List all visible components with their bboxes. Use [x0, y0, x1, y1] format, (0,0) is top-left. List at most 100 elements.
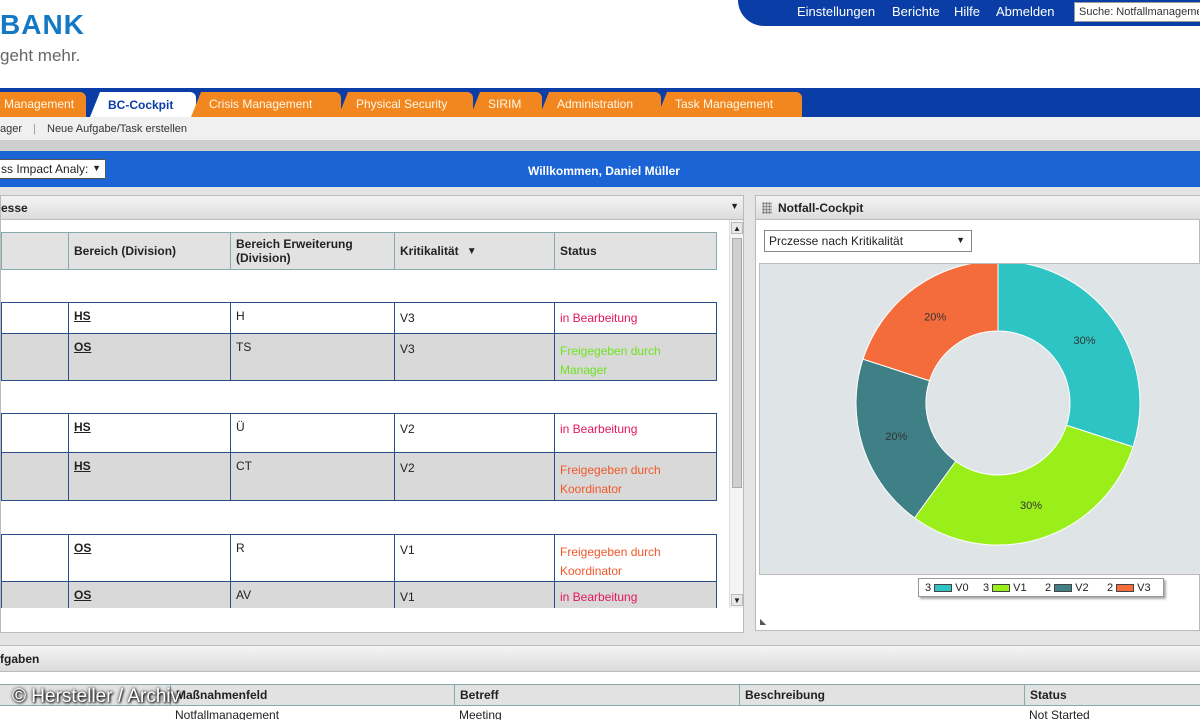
- processes-panel-header: esse ▼: [1, 196, 743, 220]
- cell-erweiterung: TS: [230, 334, 394, 380]
- cell-erweiterung: AV: [230, 582, 394, 608]
- chart-view-select[interactable]: Prczesse nach Kritikalität ▼: [764, 230, 972, 252]
- dropdown-arrow-icon: ▼: [92, 163, 101, 173]
- division-link[interactable]: HS: [74, 309, 91, 323]
- tab-bc-cockpit[interactable]: BC-Cockpit: [90, 92, 196, 117]
- division-link[interactable]: HS: [74, 459, 91, 473]
- cockpit-panel-header: Notfall-Cockpit: [756, 196, 1200, 220]
- legend-count: 2: [1045, 582, 1052, 594]
- legend-count: 3: [925, 582, 932, 594]
- cell-kritikalitaet: V3: [394, 334, 554, 380]
- legend-count: 2: [1107, 582, 1114, 594]
- scrollbar-thumb[interactable]: [732, 238, 742, 488]
- tab-physical-security[interactable]: Physical Security: [338, 92, 473, 117]
- chart-legend: 3 V0 3 V1 2 V2 2 V3: [918, 578, 1164, 597]
- column-header-massnahmenfeld[interactable]: Maßnahmenfeld: [170, 685, 454, 705]
- cell-kritikalitaet: V2: [394, 453, 554, 500]
- column-header-erweiterung[interactable]: Bereich Erweiterung (Division): [230, 233, 394, 269]
- processes-panel: esse ▼ Bereich (Division) Bereich Erweit…: [0, 195, 744, 633]
- table-row[interactable]: OS R V1 Freigegeben durch Koordinator: [1, 534, 717, 582]
- table-row[interactable]: HS Ü V2 in Bearbeitung: [1, 413, 717, 453]
- cell-status: Freigegeben durch Manager: [554, 334, 716, 380]
- subnav-separator: |: [33, 123, 36, 135]
- legend-label: V1: [1013, 582, 1027, 594]
- table-header: Bereich (Division) Bereich Erweiterung (…: [1, 232, 717, 270]
- donut-label-v1: 30%: [1020, 500, 1042, 512]
- main-tab-bar: Management BC-Cockpit Crisis Management …: [0, 88, 1200, 117]
- division-link[interactable]: OS: [74, 340, 91, 354]
- settings-link[interactable]: Einstellungen: [797, 4, 875, 19]
- task-feld: Notfallmanagement: [175, 708, 280, 720]
- legend-item-v3[interactable]: 2 V3: [1107, 582, 1151, 594]
- legend-swatch: [934, 584, 953, 593]
- panel-menu-icon[interactable]: ▼: [730, 201, 739, 211]
- division-link[interactable]: HS: [74, 420, 91, 434]
- cell-erweiterung: CT: [230, 453, 394, 500]
- cell-erweiterung: H: [230, 303, 394, 333]
- legend-count: 3: [983, 582, 990, 594]
- tab-management[interactable]: Management: [0, 92, 86, 117]
- column-header-kritikalitaet[interactable]: Kritikalität ▼: [394, 233, 554, 269]
- processes-panel-title: esse: [1, 201, 28, 215]
- scroll-down-icon[interactable]: ▼: [731, 594, 743, 606]
- table-row[interactable]: HS H V3 in Bearbeitung: [1, 302, 717, 334]
- legend-swatch: [1054, 584, 1073, 593]
- divider-bar: [0, 141, 1200, 151]
- tasks-panel-header: fgaben: [0, 646, 1200, 672]
- cell-status: in Bearbeitung: [554, 303, 716, 333]
- help-link[interactable]: Hilfe: [954, 4, 980, 19]
- legend-item-v0[interactable]: 3 V0: [925, 582, 969, 594]
- task-betreff: Meeting: [459, 708, 502, 720]
- sort-desc-icon[interactable]: ▼: [467, 246, 477, 257]
- column-header-task-status[interactable]: Status: [1024, 685, 1200, 705]
- subnav-item-manager[interactable]: ager: [0, 123, 22, 135]
- cell-kritikalitaet: V3: [394, 303, 554, 333]
- scroll-up-icon[interactable]: ▲: [731, 222, 743, 234]
- legend-label: V0: [955, 582, 969, 594]
- logout-link[interactable]: Abmelden: [996, 4, 1055, 19]
- table-row[interactable]: OS AV V1 in Bearbeitung: [1, 581, 717, 608]
- legend-item-v1[interactable]: 3 V1: [983, 582, 1027, 594]
- cell-status: in Bearbeitung: [554, 582, 716, 608]
- cell-kritikalitaet: V1: [394, 535, 554, 581]
- sub-navigation: ager | Neue Aufgabe/Task erstellen: [0, 117, 1200, 141]
- column-header-beschreibung[interactable]: Beschreibung: [739, 685, 1024, 705]
- module-select[interactable]: ss Impact Analy: ▼: [0, 159, 106, 179]
- donut-label-v2: 20%: [885, 431, 907, 443]
- legend-swatch: [1116, 584, 1135, 593]
- cell-status: Freigegeben durch Koordinator: [554, 453, 716, 500]
- division-link[interactable]: OS: [74, 588, 91, 602]
- column-header-bereich[interactable]: Bereich (Division): [68, 233, 230, 269]
- drag-handle-icon[interactable]: [762, 202, 772, 214]
- cockpit-panel-title: Notfall-Cockpit: [778, 201, 864, 215]
- cell-erweiterung: R: [230, 535, 394, 581]
- tab-sirim[interactable]: SIRIM: [470, 92, 542, 117]
- reports-link[interactable]: Berichte: [892, 4, 940, 19]
- cell-erweiterung: Ü: [230, 414, 394, 452]
- column-header-status[interactable]: Status: [554, 233, 716, 269]
- donut-label-v0: 30%: [1074, 335, 1096, 347]
- legend-item-v2[interactable]: 2 V2: [1045, 582, 1089, 594]
- chart-view-select-value: Prczesse nach Kritikalität: [769, 234, 904, 248]
- column-header-betreff[interactable]: Betreff: [454, 685, 739, 705]
- brand-slogan: geht mehr.: [0, 46, 81, 65]
- module-select-value: ss Impact Analy:: [1, 162, 89, 176]
- tab-task-management[interactable]: Task Management: [657, 92, 802, 117]
- notfall-cockpit-panel: Notfall-Cockpit Prczesse nach Kritikalit…: [755, 195, 1200, 631]
- dropdown-arrow-icon: ▼: [956, 235, 965, 245]
- division-link[interactable]: OS: [74, 541, 91, 555]
- copyright-watermark: © Hersteller / Archiv: [12, 686, 181, 707]
- legend-swatch: [992, 584, 1011, 593]
- search-input[interactable]: [1074, 2, 1200, 22]
- resize-handle-icon[interactable]: ◣: [760, 617, 766, 626]
- task-row[interactable]: Notfallmanagement Meeting Not Started: [0, 706, 1200, 720]
- tab-administration[interactable]: Administration: [539, 92, 661, 117]
- welcome-bar: ss Impact Analy: ▼ Willkommen, Daniel Mü…: [0, 151, 1200, 187]
- table-row[interactable]: HS CT V2 Freigegeben durch Koordinator: [1, 452, 717, 501]
- subnav-item-new-task[interactable]: Neue Aufgabe/Task erstellen: [47, 123, 187, 135]
- table-row[interactable]: OS TS V3 Freigegeben durch Manager: [1, 333, 717, 381]
- donut-label-v3: 20%: [924, 311, 946, 323]
- vertical-scrollbar[interactable]: ▲ ▼: [729, 220, 743, 608]
- tab-crisis-management[interactable]: Crisis Management: [191, 92, 341, 117]
- cell-kritikalitaet: V1: [394, 582, 554, 608]
